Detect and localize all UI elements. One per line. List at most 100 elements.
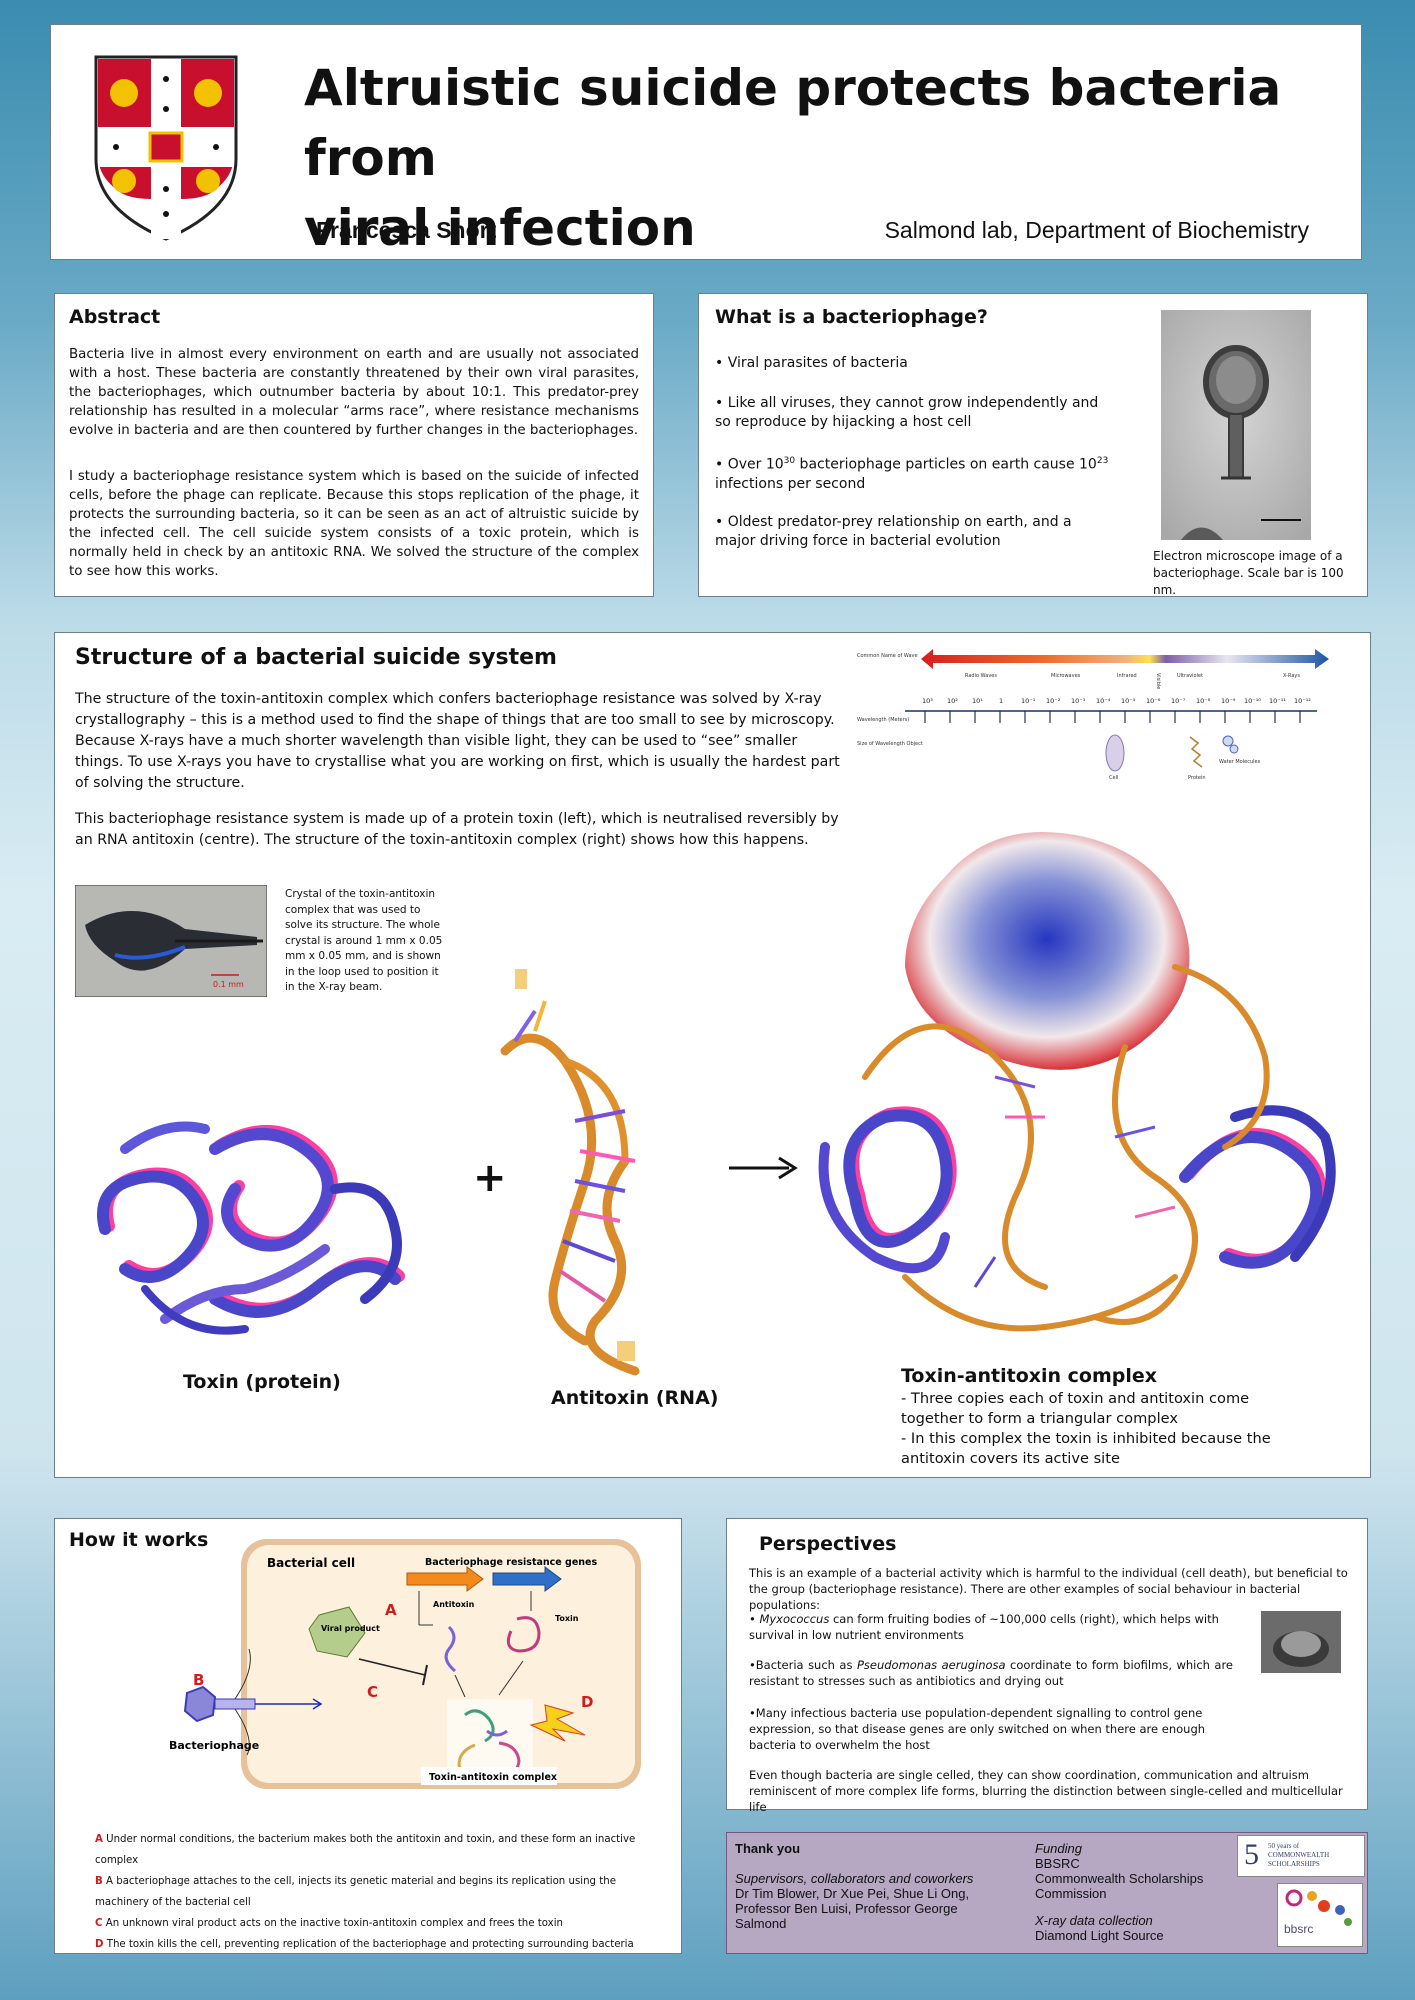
step-a: A Under normal conditions, the bacterium… (95, 1834, 636, 1866)
spectrum-row-label-3: Size of Wavelength Object (857, 741, 923, 747)
wavelength-tick: 10⁻¹ (1021, 697, 1036, 705)
wavelength-tick: 1 (999, 697, 1003, 705)
perspectives-bullet-3: •Many infectious bacteria use population… (749, 1706, 1206, 1752)
xray-heading: X-ray data collection (1035, 1913, 1153, 1928)
letter-a: A (385, 1601, 397, 1619)
funding-heading: Funding (1035, 1841, 1082, 1856)
em-caption: Electron microscope image of a bacteriop… (1153, 549, 1344, 597)
how-it-works-panel: How it works Bacterial cell Bacteriophag… (54, 1518, 682, 1954)
perspectives-panel: Perspectives This is an example of a bac… (726, 1518, 1368, 1814)
commonwealth-logo-text: 50 years of COMMONWEALTH SCHOLARSHIPS (1268, 1842, 1330, 1868)
object-label-water: Water Molecules (1219, 759, 1261, 765)
abstract-paragraph-2: I study a bacteriophage resistance syste… (69, 469, 639, 579)
mechanism-diagram: Bacterial cell Bacteriophage resistance … (169, 1539, 641, 1789)
phage-bullet-2: • Like all viruses, they cannot grow ind… (715, 395, 1099, 430)
toxin-structure-image (97, 1121, 405, 1335)
spectrum-band-xrays: X-Rays (1283, 673, 1300, 679)
spectrum-row-label-1: Common Name of Wave (857, 653, 918, 659)
university-crest (94, 55, 238, 241)
perspectives-intro: This is an example of a bacterial activi… (749, 1566, 1348, 1612)
complex-bullet-2: - In this complex the toxin is inhibited… (901, 1430, 1271, 1467)
electromagnetic-spectrum-diagram: Common Name of Wave Wavelength (Meters) … (857, 649, 1329, 781)
structure-heading: Structure of a bacterial suicide system (75, 645, 557, 670)
spectrum-band-visible: Visible (1155, 673, 1161, 689)
commonwealth-logo: 50 years of COMMONWEALTH SCHOLARSHIPS 5 (1237, 1835, 1365, 1877)
bbsrc-logo: bbsrc (1277, 1883, 1363, 1947)
xray-source: Diamond Light Source (1035, 1928, 1164, 1943)
spectrum-band-ultraviolet: Ultraviolet (1177, 673, 1203, 679)
reaction-arrow (729, 1156, 798, 1180)
perspectives-bullet-2: •Bacteria such as Pseudomonas aeruginosa… (749, 1658, 1234, 1688)
wavelength-tick: 10⁻³ (1071, 697, 1086, 705)
step-d: D The toxin kills the cell, preventing r… (95, 1939, 634, 1950)
complex-node-label: Toxin-antitoxin complex (429, 1772, 557, 1783)
thanks-panel: Thank you Supervisors, collaborators and… (726, 1832, 1368, 1954)
spectrum-band-infrared: Infrared (1117, 673, 1137, 679)
thanks-names: Dr Tim Blower, Dr Xue Pei, Shue Li Ong, … (735, 1886, 970, 1931)
thanks-heading: Thank you (735, 1841, 801, 1856)
structure-paragraph-2: This bacteriophage resistance system is … (75, 811, 839, 848)
crystal-scale-label: 0.1 mm (213, 980, 244, 989)
wavelength-tick: 10¹ (972, 697, 983, 705)
structure-panel: Structure of a bacterial suicide system … (54, 632, 1371, 1478)
step-c: C An unknown viral product acts on the i… (95, 1918, 564, 1929)
spectrum-band-microwaves: Microwaves (1051, 673, 1081, 679)
abstract-panel: Abstract Bacteria live in almost every e… (54, 293, 654, 597)
viral-product-label: Viral product (321, 1624, 380, 1633)
object-label-protein: Protein (1188, 775, 1206, 781)
abstract-paragraph-1: Bacteria live in almost every environmen… (69, 347, 639, 438)
wavelength-tick: 10⁻⁴ (1096, 697, 1111, 705)
spectrum-row-label-2: Wavelength (Meters) (857, 717, 909, 723)
wavelength-tick: 10⁻² (1046, 697, 1061, 705)
funding-commonwealth: Commonwealth Scholarships Commission (1035, 1871, 1204, 1901)
wavelength-tick: 10⁻⁵ (1121, 697, 1136, 705)
wavelength-tick: 10⁻¹⁰ (1244, 697, 1261, 705)
electron-microscope-image (1161, 310, 1311, 540)
wavelength-tick: 10³ (922, 697, 933, 705)
wavelength-tick: 10² (947, 697, 958, 705)
myxococcus-image (1261, 1611, 1341, 1673)
poster-title-line1: Altruistic suicide protects bacteria fro… (304, 59, 1282, 187)
bbsrc-logo-text: bbsrc (1284, 1922, 1314, 1936)
abstract-heading: Abstract (69, 306, 161, 328)
letter-d: D (581, 1693, 593, 1711)
wavelength-tick: 10⁻⁶ (1146, 697, 1161, 705)
perspectives-heading: Perspectives (759, 1533, 897, 1555)
resistance-genes-label: Bacteriophage resistance genes (425, 1557, 598, 1568)
crystal-photo: 0.1 mm (75, 885, 267, 997)
antitoxin-label: Antitoxin (RNA) (551, 1387, 719, 1409)
object-label-cell: Cell (1109, 775, 1118, 781)
letter-c: C (367, 1683, 378, 1701)
wavelength-tick: 10⁻¹¹ (1269, 697, 1286, 705)
perspectives-bullet-1: • Myxococcus can form fruiting bodies of… (749, 1612, 1219, 1642)
phage-bullet-1: • Viral parasites of bacteria (715, 355, 908, 371)
header-panel: Altruistic suicide protects bacteria fro… (50, 24, 1362, 260)
complex-structure-image (818, 832, 1336, 1332)
toxin-node-label: Toxin (555, 1614, 579, 1623)
bacteriophage-node-label: Bacteriophage (169, 1739, 259, 1752)
steps-list: A Under normal conditions, the bacterium… (95, 1829, 665, 1955)
affiliation: Salmond lab, Department of Biochemistry (884, 217, 1309, 243)
bacteriophage-heading: What is a bacteriophage? (715, 306, 988, 328)
spectrum-band-radio: Radio Waves (965, 673, 997, 679)
bbsrc-logo-mark (1285, 1889, 1352, 1926)
toxin-label: Toxin (protein) (183, 1371, 341, 1393)
funding-bbsrc: BBSRC (1035, 1856, 1080, 1871)
complex-label: Toxin-antitoxin complex (901, 1365, 1158, 1387)
step-b: B A bacteriophage attaches to the cell, … (95, 1876, 616, 1908)
wavelength-tick: 10⁻⁹ (1221, 697, 1236, 705)
complex-bullet-1: - Three copies each of toxin and antitox… (901, 1390, 1250, 1427)
thanks-subheading: Supervisors, collaborators and coworkers (735, 1871, 974, 1886)
wavelength-tick: 10⁻¹² (1294, 697, 1311, 705)
wavelength-tick: 10⁻⁸ (1196, 697, 1211, 705)
crystal-caption: Crystal of the toxin-antitoxin complex t… (285, 888, 443, 993)
antitoxin-node-label: Antitoxin (433, 1600, 475, 1609)
bacteriophage-panel: What is a bacteriophage? • Viral parasit… (698, 293, 1368, 597)
antitoxin-structure-image (500, 969, 640, 1376)
phage-bullet-4: • Oldest predator-prey relationship on e… (715, 514, 1072, 549)
phage-bullet-3: • Over 1030 bacteriophage particles on e… (715, 456, 1109, 492)
structure-paragraph-1: The structure of the toxin-antitoxin com… (75, 691, 840, 791)
bacterial-cell-label: Bacterial cell (267, 1556, 355, 1570)
commonwealth-logo-mark: 5 (1244, 1838, 1259, 1871)
wavelength-tick: 10⁻⁷ (1171, 697, 1186, 705)
